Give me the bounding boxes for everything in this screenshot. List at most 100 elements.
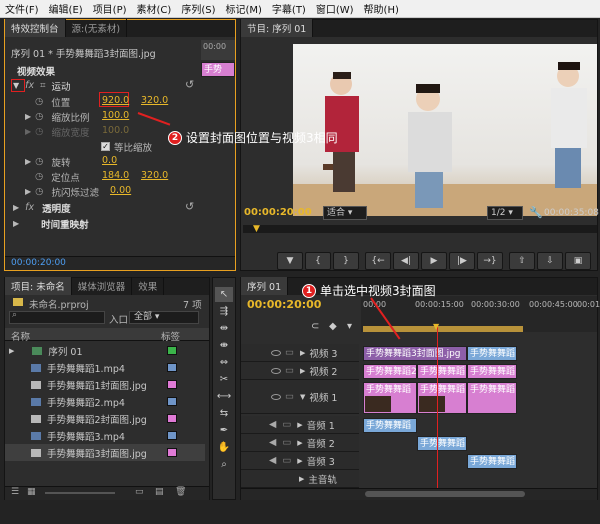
playhead-icon[interactable]: ▼ [433,322,439,331]
speaker-icon[interactable]: ◀ [269,455,276,466]
ripple-edit-tool-icon[interactable]: ⇹ [215,321,233,336]
tab-source[interactable]: 源:(无素材) [66,19,128,37]
tab-sequence[interactable]: 序列 01 [241,277,289,295]
playhead-icon[interactable]: ▼ [253,224,260,234]
menu-file[interactable]: 文件(F) [0,1,44,16]
sync-lock-icon[interactable]: ▭ [282,419,291,430]
eye-icon[interactable] [271,367,281,374]
zoom-tool-icon[interactable]: ⌕ [215,457,233,472]
add-marker-icon[interactable]: ▾ [347,321,352,332]
chevron-right-icon[interactable]: ▶ [297,421,302,429]
play-button[interactable]: ▶ [421,252,447,270]
go-to-out-button[interactable]: →} [477,252,503,270]
film-icon[interactable]: ▭ [285,365,294,376]
snap-icon[interactable]: ⊂ [311,321,319,332]
scale-value[interactable]: 100.0 [102,110,129,121]
clip-v2-a[interactable]: 手势舞舞蹈2 [363,364,417,379]
step-back-button[interactable]: ◀| [393,252,419,270]
menu-clip[interactable]: 素材(C) [132,1,177,16]
sync-lock-icon[interactable]: ▭ [282,455,291,466]
rate-stretch-tool-icon[interactable]: ⇔ [215,355,233,370]
step-forward-button[interactable]: |▶ [449,252,475,270]
opacity-row[interactable]: ▶ fx 透明度 [13,200,71,215]
menu-project[interactable]: 项目(P) [88,1,132,16]
uniform-scale-checkbox[interactable]: ✓ [101,142,110,151]
marker-button[interactable]: } [333,252,359,270]
uniform-scale-row[interactable]: ✓ 等比缩放 [101,139,152,154]
track-header-a3[interactable]: ◀ ▭ ▶ 音频 3 [241,452,359,470]
reset-icon[interactable]: ↺ [185,200,194,213]
tab-project[interactable]: 项目: 未命名 [5,277,72,295]
antiflicker-value[interactable]: 0.00 [110,185,131,196]
clip-v1-c[interactable]: 手势舞舞蹈 [467,382,517,414]
menu-edit[interactable]: 编辑(E) [44,1,88,16]
timeline-scroll-thumb[interactable] [365,491,525,497]
list-view-icon[interactable]: ☰ [11,487,19,497]
film-icon[interactable]: ▭ [285,347,294,358]
eye-icon[interactable] [271,393,281,400]
rolling-edit-tool-icon[interactable]: ⇼ [215,338,233,353]
menu-window[interactable]: 窗口(W) [311,1,359,16]
film-icon[interactable]: ▭ [285,391,294,402]
clip-a1[interactable]: 手势舞舞蹈 [363,418,417,433]
tab-program[interactable]: 节目: 序列 01 [241,19,314,37]
speaker-icon[interactable]: ◀ [269,437,276,448]
track-header-master[interactable]: ▶ 主音轨 [241,470,359,488]
mark-out-button[interactable]: { [305,252,331,270]
mark-in-button[interactable]: ▼ [277,252,303,270]
clip-v3-video[interactable]: 手势舞舞蹈 [467,346,517,361]
resolution-dropdown[interactable]: 1/2 ▾ [487,206,523,220]
clip-a2[interactable]: 手势舞舞蹈 [417,436,467,451]
track-header-v1[interactable]: ▭ ▼ 视频 1 [241,380,359,414]
chevron-down-icon[interactable]: ▼ [13,81,19,90]
track-header-v3[interactable]: ▭ ▶ 视频 3 [241,344,359,362]
chevron-right-icon[interactable]: ▶ [300,349,305,357]
tab-effects[interactable]: 效果 [132,277,165,295]
time-remap-row[interactable]: ▶ 时间重映射 [13,216,89,231]
chevron-down-icon[interactable]: ▼ [300,393,305,401]
position-x-value[interactable]: 920.0 [102,95,129,106]
export-frame-button[interactable]: ▣ [565,252,591,270]
selection-tool-icon[interactable]: ↖ [215,287,233,302]
anchor-y-value[interactable]: 320.0 [141,170,168,181]
stopwatch-icon[interactable]: ◷ [35,111,43,122]
rotation-value[interactable]: 0.0 [102,155,117,166]
delete-icon[interactable]: 🗑 [175,487,186,497]
new-item-icon[interactable]: ▤ [155,487,164,497]
in-dropdown[interactable]: 全部 ▾ [129,311,199,324]
work-area-bar[interactable] [363,326,523,332]
track-header-v2[interactable]: ▭ ▶ 视频 2 [241,362,359,380]
go-to-in-button[interactable]: {← [365,252,391,270]
speaker-icon[interactable]: ◀ [269,419,276,430]
track-header-a2[interactable]: ◀ ▭ ▶ 音频 2 [241,434,359,452]
column-label[interactable]: 标签 [161,329,180,343]
lift-button[interactable]: ⇧ [509,252,535,270]
chevron-right-icon[interactable]: ▶ [300,367,305,375]
position-y-value[interactable]: 320.0 [141,95,168,106]
clip-v2-b[interactable]: 手势舞舞蹈 [417,364,467,379]
chevron-right-icon[interactable]: ▶ [297,457,302,465]
slip-tool-icon[interactable]: ⟷ [215,389,233,404]
clip-v3-cover[interactable]: 手势舞舞蹈3封面图.jpg [363,346,467,361]
chevron-right-icon[interactable]: ▶ [297,439,302,447]
menu-marker[interactable]: 标记(M) [220,1,266,16]
chevron-right-icon[interactable]: ▶ [299,475,304,483]
sync-lock-icon[interactable]: ▭ [282,437,291,448]
project-search-input[interactable] [9,311,105,324]
tab-media-browser[interactable]: 媒体浏览器 [72,277,133,295]
zoom-slider[interactable] [45,492,115,494]
razor-tool-icon[interactable]: ✂ [215,372,233,387]
eye-icon[interactable] [271,349,281,356]
stopwatch-icon[interactable]: ◷ [35,186,43,197]
mini-clip[interactable]: 手势 [201,62,235,77]
track-select-tool-icon[interactable]: ⇶ [215,304,233,319]
menu-title[interactable]: 字幕(T) [267,1,311,16]
icon-view-icon[interactable]: ▦ [27,487,36,497]
new-bin-icon[interactable]: ▭ [135,487,144,497]
stopwatch-icon[interactable]: ◷ [35,96,43,107]
menu-sequence[interactable]: 序列(S) [176,1,220,16]
tab-effect-controls[interactable]: 特效控制台 [5,19,66,37]
expand-icon[interactable]: ▶ [9,347,14,355]
marker-icon[interactable]: ◆ [329,321,337,332]
menu-help[interactable]: 帮助(H) [359,1,404,16]
